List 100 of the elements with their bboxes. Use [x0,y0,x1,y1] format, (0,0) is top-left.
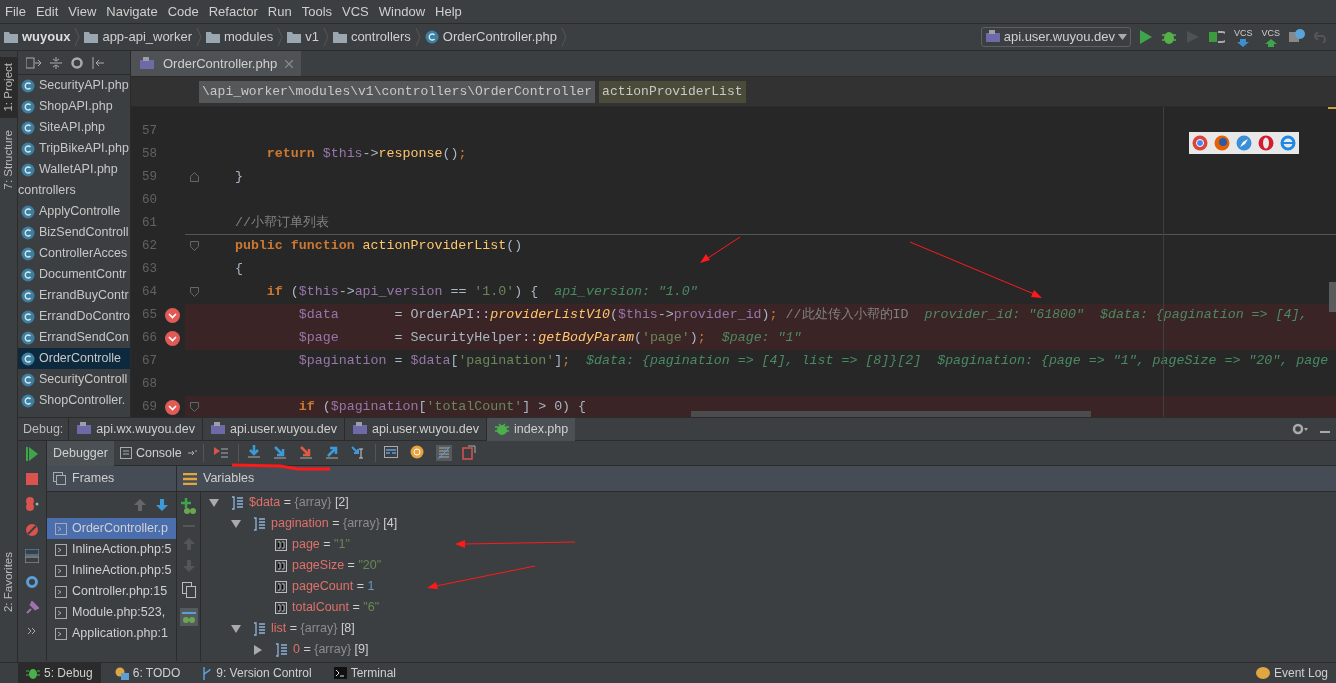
arrow-up-icon[interactable] [134,499,146,511]
copy-icon[interactable] [181,582,196,598]
step-out-icon[interactable] [324,445,341,461]
project-tree-item[interactable]: SecurityControll [18,369,130,390]
tool-window-button[interactable]: Terminal [325,662,405,683]
more-icon[interactable] [27,627,37,635]
variable-entry[interactable]: pageCount = 1 [292,577,375,596]
expanded-arrow-icon[interactable] [209,498,219,507]
menu-item[interactable]: VCS [337,0,374,24]
fold-start-icon[interactable] [189,287,199,297]
variable-entry[interactable]: list = {array} [8] [271,619,355,638]
variable-entry[interactable]: page = "1" [292,535,350,554]
browser-icon[interactable] [1192,135,1208,151]
project-tree-item[interactable]: ErrandSendCon [18,327,130,348]
vcs-update-button[interactable]: VCS [1233,27,1253,47]
force-step-into-icon[interactable] [298,445,315,461]
mute-breakpoints-icon[interactable] [25,523,39,537]
menu-item[interactable]: Tools [296,0,338,24]
breadcrumb-item[interactable]: modules [224,27,274,47]
variable-entry[interactable]: 0 = {array} [9] [293,640,369,659]
variable-entry[interactable]: $data = {array} [2] [249,493,349,512]
variable-entry[interactable]: pagination = {array} [4] [271,514,398,533]
project-tree-item[interactable]: ShopController. [18,390,130,411]
debugger-tab[interactable]: Debugger [47,440,114,466]
debug-session-tab[interactable]: api.user.wuyou.dev [202,417,344,441]
run-configuration-dropdown[interactable]: api.user.wuyou.dev [980,27,1131,47]
project-tree-item[interactable]: ErrandDoContro [18,306,130,327]
project-tree-item[interactable]: TripBikeAPI.php [18,138,130,159]
menu-item[interactable]: Window [373,0,431,24]
breakpoint-icon[interactable] [165,400,180,415]
project-tree-item[interactable]: DocumentContr [18,264,130,285]
menu-item[interactable]: View [63,0,102,24]
hide-frames-icon[interactable] [435,445,452,461]
pin-icon[interactable] [25,601,39,615]
fold-end-icon[interactable] [189,172,199,182]
stack-frame[interactable]: InlineAction.php:5 [47,560,176,581]
code-breadcrumb[interactable]: \api_worker\modules\v1\controllers\OrderController [199,80,596,103]
menu-item[interactable]: Run [262,0,297,24]
debug-session-tab[interactable]: index.php [486,417,576,441]
debugger-tab[interactable]: Console [113,440,188,466]
project-tree-item[interactable]: OrderControlle [18,348,130,369]
editor-tab[interactable]: OrderController.php [131,51,302,76]
expanded-arrow-icon[interactable] [231,519,241,528]
project-tree-item[interactable]: SiteAPI.php [18,117,130,138]
variable-entry[interactable]: pageSize = "20" [292,556,382,575]
stack-frame[interactable]: Application.php:1 [47,623,176,644]
debug-session-tab[interactable]: api.wx.wuyou.dev [68,417,202,441]
tool-window-tab[interactable]: 7: Structure [0,123,17,196]
breakpoint-icon[interactable] [165,331,180,346]
step-over-icon[interactable] [246,445,263,461]
menu-item[interactable]: Navigate [101,0,163,24]
menu-item[interactable]: Code [162,0,204,24]
arrow-down-icon[interactable] [156,499,168,511]
add-watch-icon[interactable] [180,498,197,514]
browser-icon[interactable] [1214,135,1230,151]
tool-window-tab[interactable]: 2: Favorites [0,545,17,618]
step-into-icon[interactable] [272,445,289,461]
breakpoint-icon[interactable] [165,308,180,323]
project-tree-item[interactable]: WalletAPI.php [18,159,130,180]
collapse-all-icon[interactable] [50,56,62,69]
menu-item[interactable]: Refactor [203,0,263,24]
stack-frame[interactable]: Controller.php:15 [47,581,176,602]
breadcrumb-item[interactable]: OrderController.php [442,27,558,47]
expanded-arrow-icon[interactable] [231,624,241,633]
fold-start-icon[interactable] [189,402,199,412]
tool-window-button[interactable]: 6: TODO [106,662,189,683]
browser-icon[interactable] [1280,135,1296,151]
menu-item[interactable]: Edit [30,0,64,24]
vcs-commit-button[interactable]: VCS [1261,27,1280,47]
tool-window-button[interactable]: 5: Debug [18,662,101,683]
bug-icon[interactable] [1160,29,1177,45]
menu-item[interactable]: Help [430,0,467,24]
project-tree-item[interactable]: ShopAPI.php [18,96,130,117]
project-tree-item[interactable]: ApplyControlle [18,201,130,222]
pin-tab-icon[interactable] [187,449,198,457]
scrollbar-thumb[interactable] [1329,282,1336,312]
project-tree-item[interactable]: controllers [18,180,130,201]
stack-frame[interactable]: Module.php:523, [47,602,176,623]
project-tree-item[interactable]: ErrandBuyContr [18,285,130,306]
stack-frame[interactable]: InlineAction.php:5 [47,539,176,560]
resume-icon[interactable] [26,447,38,461]
project-tree-item[interactable]: BizSendControll [18,222,130,243]
variable-entry[interactable]: totalCount = "6" [292,598,380,617]
layout-icon[interactable] [25,549,39,563]
run-icon[interactable] [1139,30,1152,44]
event-log-button[interactable]: Event Log [1255,664,1336,682]
menu-item[interactable]: File [0,0,31,24]
tool-window-button[interactable]: 9: Version Control [194,662,320,683]
collapsed-arrow-icon[interactable] [254,644,262,655]
scrollbar-thumb[interactable] [691,411,1091,417]
tool-window-tab[interactable]: 1: Project [0,57,17,118]
breadcrumb-item[interactable]: wuyoux [22,27,71,47]
breadcrumb-item[interactable]: app-api_worker [102,27,192,47]
browser-icon[interactable] [1236,135,1252,151]
breadcrumb-item[interactable]: controllers [350,27,411,47]
breadcrumb-item[interactable]: v1 [305,27,319,47]
code-breadcrumb[interactable]: actionProviderList [599,80,746,103]
breakpoints-icon[interactable] [25,497,39,511]
fold-start-icon[interactable] [189,241,199,251]
browser-icon[interactable] [1258,135,1274,151]
